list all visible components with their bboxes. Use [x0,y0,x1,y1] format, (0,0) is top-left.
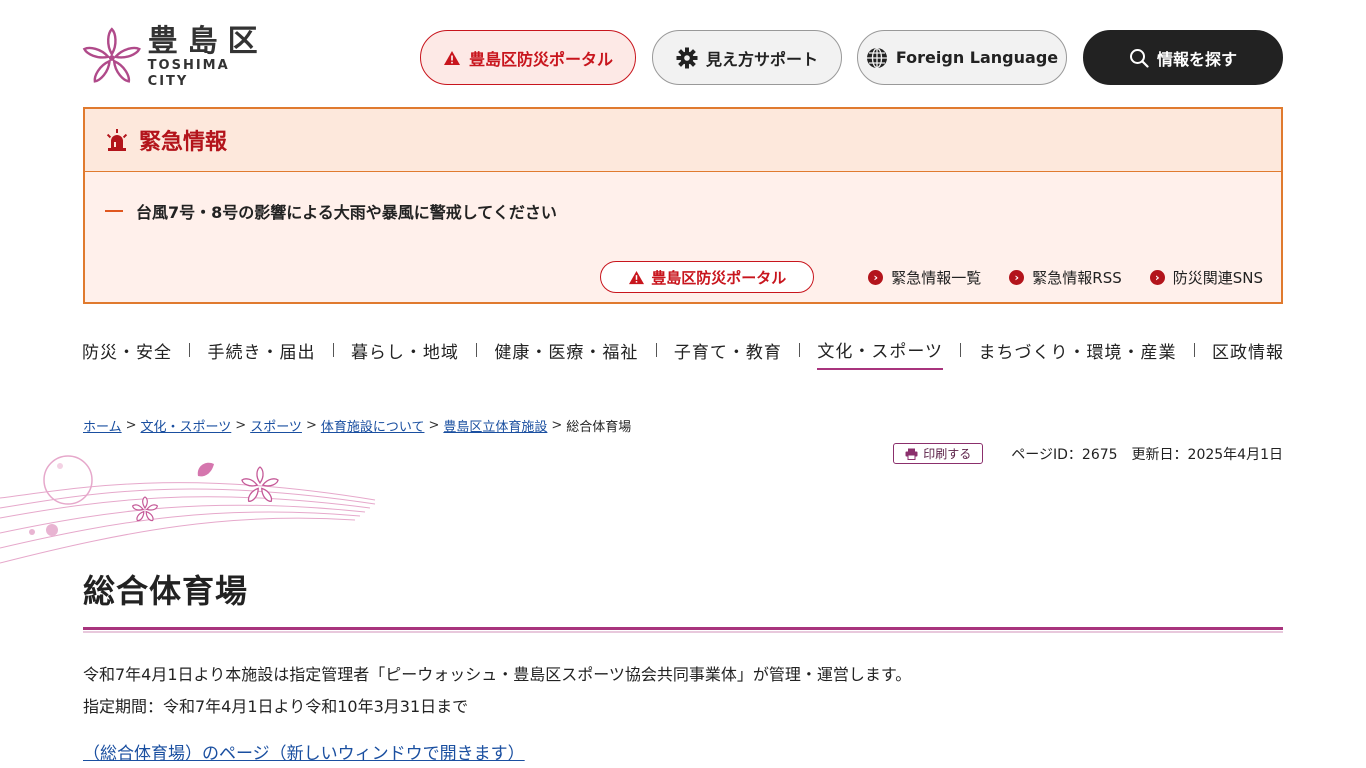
emergency-rss-link[interactable]: › 緊急情報RSS [1009,267,1122,288]
breadcrumb-sports[interactable]: スポーツ [250,416,302,435]
logo-name-en: TOSHIMA CITY [147,58,230,89]
breadcrumb-culture-sports[interactable]: 文化・スポーツ [141,416,232,435]
print-label: 印刷する [923,447,972,461]
nav-divider [799,343,801,357]
foreign-language-label: Foreign Language [895,48,1059,67]
nav-divider [1193,343,1195,357]
nav-divider [332,343,334,357]
mie-support-button[interactable]: 見え方サポート [652,30,842,85]
breadcrumb-city-facilities[interactable]: 豊島区立体育施設 [443,416,547,435]
emergency-info-panel: 緊急情報 台風7号・8号の影響による大雨や暴風に警戒してください 豊島区防災ポー… [83,107,1283,304]
page-title: 総合体育場 [83,572,249,610]
siren-icon [105,128,129,152]
sakura-logo-icon [82,27,141,83]
sakura-decoration [0,455,376,564]
breadcrumb-separator: > [125,418,137,433]
bousai-portal-label: 豊島区防災ポータル [468,49,613,69]
emergency-rss-label: 緊急情報RSS [1032,268,1122,287]
bousai-portal-button[interactable]: 豊島区防災ポータル [420,30,636,85]
dash-icon [105,210,123,212]
globe-icon [866,47,888,69]
nav-item-procedures[interactable]: 手続き・届出 [207,338,315,369]
management-notice: 令和7年4月1日より本施設は指定管理者「ピーウォッシュ・豊島区スポーツ協会共同事… [83,665,912,684]
nav-item-town[interactable]: まちづくり・環境・産業 [978,338,1176,369]
breadcrumb-separator: > [305,418,317,433]
chevron-right-icon: › [868,269,884,285]
nav-item-living[interactable]: 暮らし・地域 [351,338,459,369]
emergency-item[interactable]: 台風7号・8号の影響による大雨や暴風に警戒してください [105,199,557,223]
chevron-right-icon: › [1149,269,1165,285]
nav-item-childcare[interactable]: 子育て・教育 [674,338,782,369]
search-icon [1129,48,1149,68]
emergency-links: 豊島区防災ポータル › 緊急情報一覧 › 緊急情報RSS › 防災関連SNS [600,261,1263,293]
search-info-button[interactable]: 情報を探す [1083,30,1283,85]
nav-item-health[interactable]: 健康・医療・福祉 [494,338,638,369]
print-button[interactable]: 印刷する [893,443,984,464]
warning-icon [628,270,645,285]
search-info-label: 情報を探す [1156,49,1237,69]
warning-icon [443,50,461,66]
emergency-bousai-portal-button[interactable]: 豊島区防災ポータル [600,261,815,293]
page-meta: 印刷する ページID：2675 更新日：2025年4月1日 [893,443,1283,464]
breadcrumb-separator: > [551,418,563,433]
nav-divider [960,343,962,357]
emergency-item-text[interactable]: 台風7号・8号の影響による大雨や暴風に警戒してください [136,199,557,223]
nav-divider [655,343,657,357]
nav-divider [189,343,191,357]
page-id: ページID：2675 [1011,446,1118,463]
breadcrumb: ホーム > 文化・スポーツ > スポーツ > 体育施設について > 豊島区立体育… [83,416,631,435]
chevron-right-icon: › [1009,269,1025,285]
disaster-sns-label: 防災関連SNS [1172,268,1263,287]
emergency-portal-label: 豊島区防災ポータル [651,268,787,287]
emergency-title: 緊急情報 [139,130,228,155]
nav-item-culture-sports[interactable]: 文化・スポーツ [817,337,944,370]
breadcrumb-separator: > [428,418,440,433]
printer-icon [905,448,918,460]
nav-divider [476,343,478,357]
global-nav: 防災・安全 手続き・届出 暮らし・地域 健康・医療・福祉 子育て・教育 文化・ス… [82,334,1284,370]
breadcrumb-facilities[interactable]: 体育施設について [321,416,425,435]
emergency-list-link[interactable]: › 緊急情報一覧 [868,267,981,288]
nav-item-bousai[interactable]: 防災・安全 [82,338,172,369]
gear-icon [676,47,698,69]
foreign-language-button[interactable]: Foreign Language [857,30,1067,85]
emergency-list-label: 緊急情報一覧 [891,268,982,287]
breadcrumb-current: 総合体育場 [566,420,632,435]
breadcrumb-separator: > [235,418,247,433]
nav-item-govt[interactable]: 区政情報 [1212,338,1284,369]
breadcrumb-home[interactable]: ホーム [83,416,122,435]
logo-name-jp: 豊島区 [147,24,268,59]
emergency-header: 緊急情報 [85,109,1281,172]
mie-support-label: 見え方サポート [705,49,818,69]
facility-page-link[interactable]: （総合体育場）のページ（新しいウィンドウで開きます） [83,739,525,764]
toshima-logo[interactable]: 豊島区 TOSHIMA CITY [82,26,272,90]
title-underline [83,627,1283,633]
designation-period: 指定期間：令和7年4月1日より令和10年3月31日まで [83,697,469,716]
disaster-sns-link[interactable]: › 防災関連SNS [1149,267,1263,288]
updated-date: 更新日：2025年4月1日 [1131,446,1283,463]
